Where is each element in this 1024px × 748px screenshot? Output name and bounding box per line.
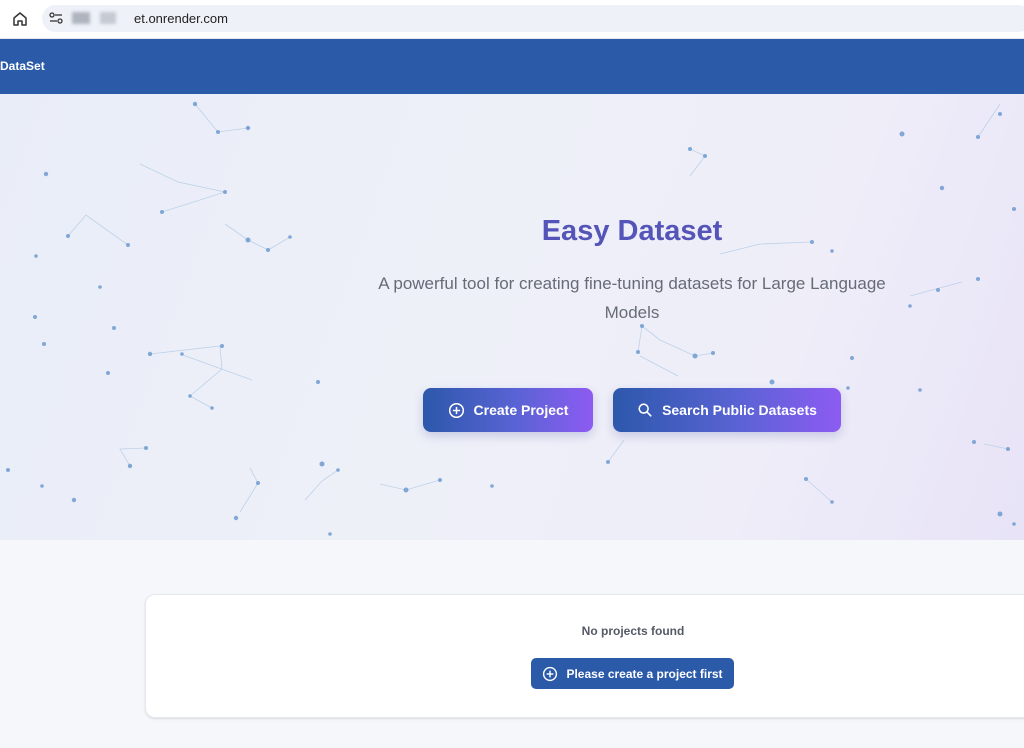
- hero-section: Easy Dataset A powerful tool for creatin…: [0, 94, 1024, 540]
- hero-subtitle: A powerful tool for creating fine-tuning…: [378, 274, 886, 322]
- app-header: DataSet: [0, 39, 1024, 94]
- url-text[interactable]: et.onrender.com: [134, 11, 228, 26]
- create-first-project-button[interactable]: Please create a project first: [531, 658, 734, 689]
- search-public-datasets-label: Search Public Datasets: [662, 402, 817, 418]
- search-icon: [638, 403, 652, 417]
- create-project-button[interactable]: Create Project: [423, 388, 593, 432]
- home-icon[interactable]: [10, 9, 30, 29]
- search-public-datasets-button[interactable]: Search Public Datasets: [613, 388, 841, 432]
- plus-circle-icon: [448, 402, 464, 418]
- create-first-project-label: Please create a project first: [566, 666, 723, 681]
- hero-title: Easy Dataset: [541, 215, 723, 247]
- empty-state-text: No projects found: [581, 624, 685, 638]
- browser-address-bar: et.onrender.com: [0, 0, 1024, 39]
- create-project-label: Create Project: [473, 402, 569, 418]
- plus-circle-icon: [543, 666, 558, 681]
- site-info-icon[interactable]: [48, 10, 64, 26]
- projects-card: No projects found Please create a projec…: [145, 594, 1024, 718]
- url-redacted: [72, 12, 132, 24]
- app-title[interactable]: DataSet: [0, 59, 45, 73]
